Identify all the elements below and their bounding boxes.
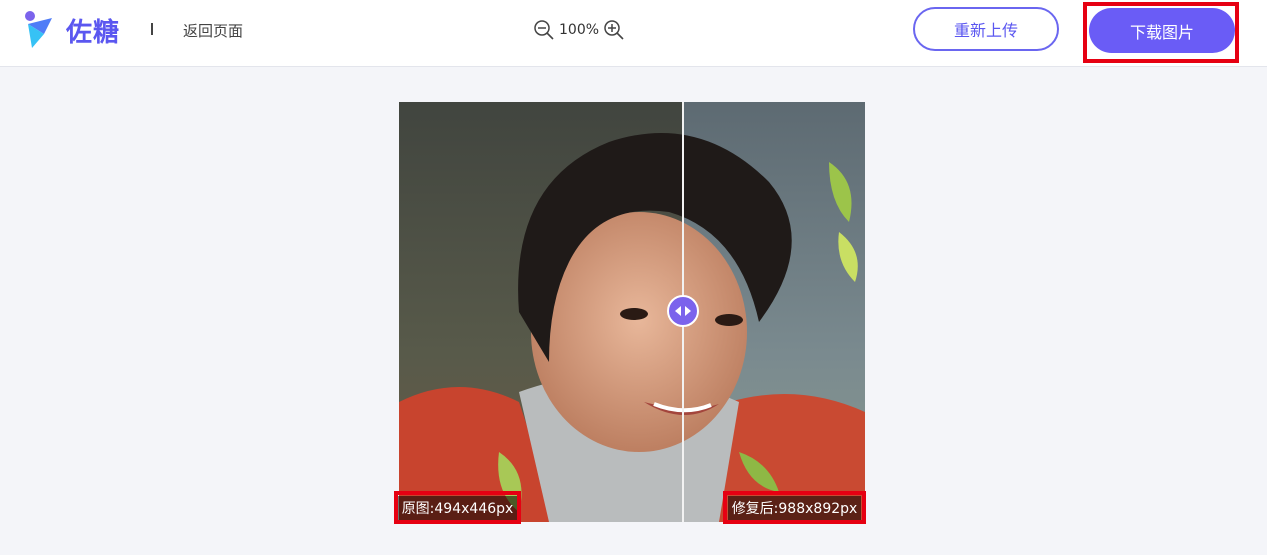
zoom-in-icon[interactable] — [603, 19, 625, 41]
restored-size-label: 修复后:988x892px — [727, 495, 862, 520]
zoom-out-icon[interactable] — [533, 19, 555, 41]
reupload-button[interactable]: 重新上传 — [913, 7, 1059, 51]
top-bar: 佐糖 返回页面 100% 重新上传 — [0, 0, 1267, 67]
download-button[interactable]: 下载图片 — [1089, 8, 1235, 53]
brand-logo[interactable]: 佐糖 — [24, 10, 120, 50]
back-link[interactable]: 返回页面 — [183, 20, 243, 41]
header-divider — [151, 23, 153, 35]
compare-slider-handle[interactable] — [667, 295, 699, 327]
photo-portrait — [399, 102, 865, 522]
original-size-label-box: 原图:494x446px — [394, 491, 521, 524]
restored-size-label-box: 修复后:988x892px — [723, 491, 866, 524]
image-compare[interactable] — [399, 102, 865, 522]
original-size-label: 原图:494x446px — [397, 495, 518, 520]
brand-name: 佐糖 — [66, 17, 121, 48]
zuotang-logo-icon — [25, 11, 52, 48]
zoom-level: 100% — [559, 22, 600, 38]
left-right-arrows-icon — [675, 306, 691, 316]
zoom-control: 100% — [533, 19, 625, 41]
